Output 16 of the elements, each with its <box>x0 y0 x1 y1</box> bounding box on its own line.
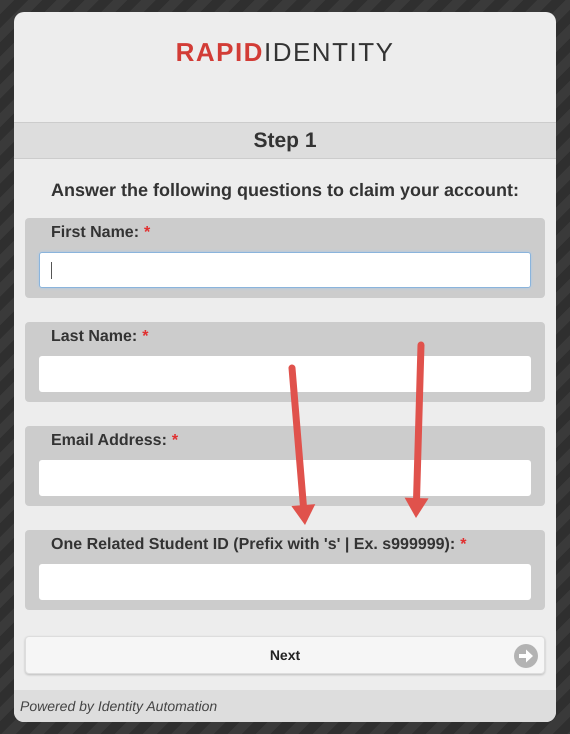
text-cursor <box>51 262 52 279</box>
form-heading: Answer the following questions to claim your account: <box>50 179 520 201</box>
required-mark: * <box>172 432 178 449</box>
logo: RAPIDIDENTITY <box>176 37 394 67</box>
required-mark: * <box>142 328 148 345</box>
input-field[interactable] <box>39 252 531 288</box>
next-button[interactable]: Next <box>25 636 545 674</box>
required-mark: * <box>460 536 466 553</box>
footer-text: Powered by Identity Automation <box>14 690 556 722</box>
field-label: Last Name: <box>51 328 138 345</box>
field-label: One Related Student ID (Prefix with 's' | Ex. s999999): <box>51 536 456 553</box>
step-title: Step 1 <box>14 122 556 159</box>
required-mark: * <box>144 224 150 241</box>
arrow-right-icon <box>514 644 538 668</box>
field-label: Email Address: <box>51 432 167 449</box>
field-label: First Name: <box>51 224 140 241</box>
